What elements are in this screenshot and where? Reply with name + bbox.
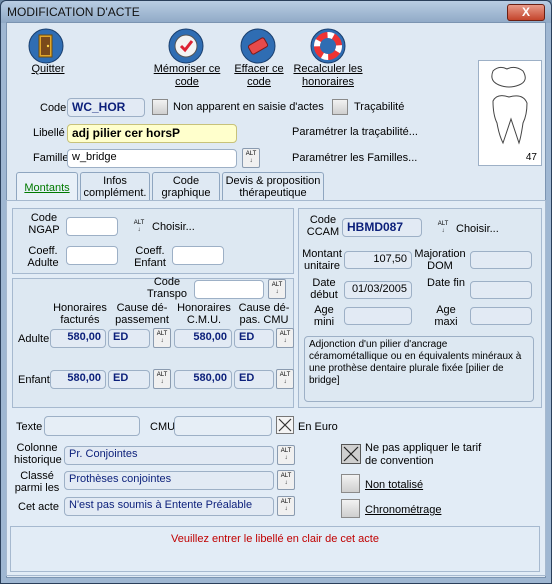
tooth-number: 47 [525, 152, 537, 163]
texte-label: Texte [16, 421, 43, 433]
col-honoraires-factures: Honoraires facturés [53, 302, 107, 326]
recalc-button[interactable]: Recalculer les honoraires [290, 63, 366, 89]
montant-unitaire-field[interactable]: 107,50 [344, 251, 412, 269]
enfant-cause-field[interactable]: ED [108, 370, 150, 389]
window-title: MODIFICATION D'ACTE [7, 5, 140, 19]
chronometrage-checkbox[interactable] [341, 499, 360, 518]
cet-acte-alt-button[interactable]: ALT ↓ [277, 496, 295, 516]
classe-parmi-label: Classé parmi les [14, 470, 60, 494]
non-totalise-label: Non totalisé [365, 479, 424, 491]
majoration-dom-label: Majoration DOM [414, 248, 466, 272]
lifebuoy-icon[interactable] [310, 28, 346, 64]
chronometrage-label: Chronométrage [365, 504, 442, 516]
age-mini-field[interactable] [344, 307, 412, 325]
date-debut-field[interactable]: 01/03/2005 [344, 281, 412, 299]
memorize-button[interactable]: Mémoriser ce code [150, 63, 224, 89]
tooth-image-panel: 47 [478, 60, 542, 166]
adulte-cmu-field[interactable]: 580,00 [174, 329, 232, 348]
ccam-description: Adjonction d'un pilier d'ancrage céramom… [304, 336, 534, 402]
coeff-enfant-field[interactable] [172, 246, 224, 265]
ccam-alt-icon[interactable]: ALT ↓ [436, 221, 450, 235]
ne-pas-appliquer-label: Ne pas appliquer le tarif de convention [365, 442, 482, 467]
ngap-code-label: Code NGAP [28, 212, 60, 236]
memorize-icon[interactable] [168, 28, 204, 64]
classe-parmi-field[interactable]: Prothèses conjointes [64, 471, 274, 490]
en-euro-label: En Euro [298, 421, 338, 433]
date-debut-label: Date début [310, 277, 338, 301]
ngap-alt-icon[interactable]: ALT ↓ [132, 220, 146, 234]
coeff-adulte-label: Coeff. Adulte [27, 245, 59, 269]
code-label: Code [40, 102, 67, 114]
quit-button[interactable]: Quitter [22, 63, 74, 76]
ccam-code-field[interactable]: HBMD087 [342, 218, 422, 237]
param-tracabilite-link[interactable]: Paramétrer la traçabilité... [292, 126, 418, 138]
title-bar: MODIFICATION D'ACTE X [1, 1, 551, 23]
param-familles-link[interactable]: Paramétrer les Familles... [292, 152, 417, 164]
coeff-enfant-label: Coeff. Enfant [134, 245, 166, 269]
status-message: Veuillez entrer le libellé en clair de c… [171, 533, 379, 545]
adulte-honoraires-field[interactable]: 580,00 [50, 329, 106, 348]
tracabilite-checkbox[interactable] [332, 99, 348, 115]
tracabilite-label: Traçabilité [354, 101, 405, 113]
tab-devis[interactable]: Devis & proposition thérapeutique [222, 172, 324, 200]
famille-alt-button[interactable]: ALT ↓ [242, 148, 260, 168]
enfant-cmu-field[interactable]: 580,00 [174, 370, 232, 389]
cmu-label: CMU [150, 421, 176, 433]
age-maxi-field[interactable] [470, 307, 532, 325]
colonne-alt-button[interactable]: ALT ↓ [277, 445, 295, 465]
col-cause-cmu: Cause dé-pas. CMU [238, 302, 290, 326]
texte-field[interactable] [44, 416, 140, 436]
adulte-cause-cmu-field[interactable]: ED [234, 329, 274, 348]
montant-unitaire-label: Montant unitaire [302, 248, 342, 272]
date-fin-label: Date fin [427, 277, 465, 289]
tab-montants[interactable]: Montants [16, 172, 78, 202]
adulte-label: Adulte [18, 333, 50, 345]
enfant-cause-cmu-alt-button[interactable]: ALT ↓ [276, 369, 294, 389]
classe-alt-button[interactable]: ALT ↓ [277, 470, 295, 490]
eraser-icon[interactable] [240, 28, 276, 64]
adulte-cause-cmu-alt-button[interactable]: ALT ↓ [276, 328, 294, 348]
code-field[interactable]: WC_HOR [67, 98, 145, 117]
en-euro-checkbox[interactable] [276, 416, 294, 434]
ngap-code-field[interactable] [66, 217, 118, 236]
tab-infos[interactable]: Infos complément. [80, 172, 150, 200]
col-cause-depassement: Cause dé-passement [115, 302, 169, 326]
non-apparent-label: Non apparent en saisie d'actes [173, 101, 324, 113]
colonne-historique-label: Colonne historique [14, 442, 62, 466]
ne-pas-appliquer-checkbox[interactable] [341, 444, 361, 464]
code-transpo-label: Code Transpo [147, 276, 187, 300]
adulte-cause-alt-button[interactable]: ALT ↓ [153, 328, 171, 348]
age-mini-label: Age mini [313, 304, 335, 328]
majoration-dom-field[interactable] [470, 251, 532, 269]
enfant-cause-cmu-field[interactable]: ED [234, 370, 274, 389]
ngap-choisir-link[interactable]: Choisir... [152, 221, 195, 233]
tooth-icon [491, 66, 528, 145]
cet-acte-field[interactable]: N'est pas soumis à Entente Préalable [64, 497, 274, 516]
cmu-field[interactable] [174, 416, 272, 436]
famille-field[interactable]: w_bridge [67, 149, 237, 168]
age-maxi-label: Age maxi [434, 304, 458, 328]
non-totalise-checkbox[interactable] [341, 474, 360, 493]
tab-code-graphique[interactable]: Code graphique [152, 172, 220, 200]
enfant-cause-alt-button[interactable]: ALT ↓ [153, 369, 171, 389]
adulte-cause-field[interactable]: ED [108, 329, 150, 348]
libelle-label: Libellé [33, 127, 65, 139]
erase-button[interactable]: Effacer ce code [228, 63, 290, 89]
ccam-code-label: Code CCAM [306, 214, 340, 238]
non-apparent-checkbox[interactable] [152, 99, 168, 115]
colonne-historique-field[interactable]: Pr. Conjointes [64, 446, 274, 465]
close-button[interactable]: X [507, 4, 545, 21]
cet-acte-label: Cet acte [18, 501, 59, 513]
enfant-label: Enfant [18, 374, 50, 386]
date-fin-field[interactable] [470, 281, 532, 299]
quit-door-icon[interactable] [28, 28, 64, 64]
ccam-choisir-link[interactable]: Choisir... [456, 223, 499, 235]
code-transpo-field[interactable] [194, 280, 264, 299]
code-transpo-alt-button[interactable]: ALT ↓ [268, 279, 286, 299]
coeff-adulte-field[interactable] [66, 246, 118, 265]
enfant-honoraires-field[interactable]: 580,00 [50, 370, 106, 389]
col-honoraires-cmu: Honoraires C.M.U. [177, 302, 231, 326]
famille-label: Famille [33, 152, 69, 164]
libelle-input[interactable]: adj pilier cer horsP [67, 124, 237, 143]
